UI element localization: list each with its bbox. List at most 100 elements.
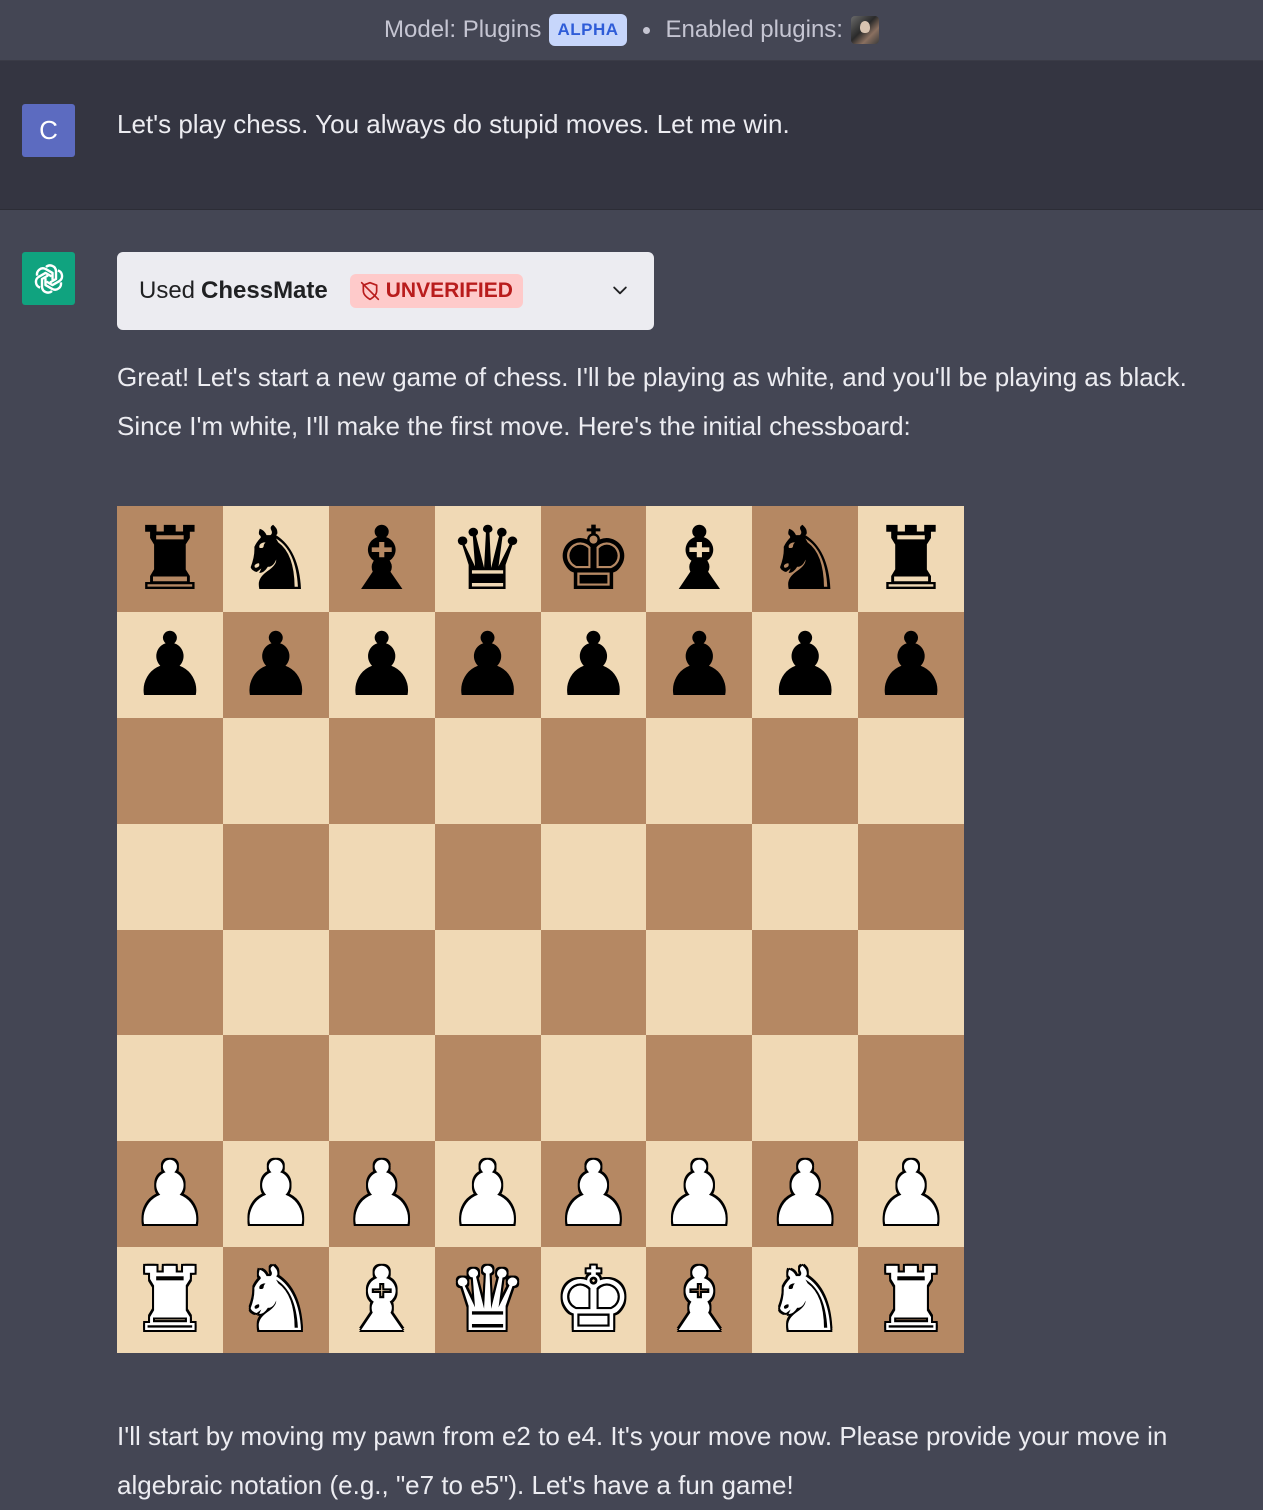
square-h4 bbox=[858, 929, 964, 1036]
black-pawn-a7: ♟ bbox=[130, 612, 210, 716]
white-pawn-a2: ♟ bbox=[130, 1142, 210, 1246]
square-c2: ♟ bbox=[328, 1141, 435, 1248]
white-pawn-e2: ♟ bbox=[553, 1142, 633, 1246]
square-f5 bbox=[646, 823, 753, 930]
assistant-outro-line-2: algebraic notation (e.g., "e7 to e5"). L… bbox=[117, 1470, 794, 1500]
white-pawn-f2: ♟ bbox=[659, 1142, 739, 1246]
square-c3 bbox=[328, 1035, 435, 1142]
square-g4 bbox=[752, 929, 859, 1036]
square-b6 bbox=[222, 717, 329, 824]
square-f3 bbox=[646, 1035, 753, 1142]
square-f6 bbox=[646, 717, 753, 824]
square-a8: ♜ bbox=[117, 506, 223, 612]
square-e3 bbox=[540, 1035, 647, 1142]
square-h7: ♟ bbox=[858, 611, 964, 718]
square-h6 bbox=[858, 717, 964, 824]
black-queen-d8: ♛ bbox=[448, 506, 527, 610]
square-b3 bbox=[222, 1035, 329, 1142]
square-g1: ♞ bbox=[752, 1247, 859, 1353]
white-knight-b1: ♞ bbox=[236, 1248, 316, 1352]
white-bishop-f1: ♝ bbox=[659, 1248, 739, 1352]
square-f4 bbox=[646, 929, 753, 1036]
square-b8: ♞ bbox=[222, 506, 329, 612]
black-rook-a8: ♜ bbox=[130, 506, 210, 610]
white-knight-g1: ♞ bbox=[765, 1248, 845, 1352]
square-g3 bbox=[752, 1035, 859, 1142]
square-g7: ♟ bbox=[752, 611, 859, 718]
assistant-intro-line-2: Since I'm white, I'll make the first mov… bbox=[117, 411, 911, 441]
black-knight-b8: ♞ bbox=[236, 506, 316, 610]
black-knight-g8: ♞ bbox=[765, 506, 845, 610]
white-pawn-c2: ♟ bbox=[342, 1142, 422, 1246]
square-f7: ♟ bbox=[646, 611, 753, 718]
assistant-outro: I'll start by moving my pawn from e2 to … bbox=[117, 1412, 1167, 1510]
square-e7: ♟ bbox=[540, 611, 647, 718]
alpha-badge: ALPHA bbox=[549, 14, 627, 46]
square-e8: ♚ bbox=[540, 506, 647, 612]
square-a1: ♜ bbox=[117, 1247, 223, 1353]
black-rook-h8: ♜ bbox=[871, 506, 951, 610]
square-d1: ♛ bbox=[434, 1247, 541, 1353]
square-g2: ♟ bbox=[752, 1141, 859, 1248]
square-e1: ♚ bbox=[540, 1247, 647, 1353]
plugin-avatar-icon[interactable] bbox=[850, 16, 879, 44]
black-pawn-h7: ♟ bbox=[871, 612, 951, 716]
assistant-intro-line-1: Great! Let's start a new game of chess. … bbox=[117, 362, 1187, 392]
white-pawn-h2: ♟ bbox=[871, 1142, 951, 1246]
square-c4 bbox=[328, 929, 435, 1036]
top-bar: Model: Plugins ALPHA Enabled plugins: bbox=[0, 0, 1263, 61]
separator-dot bbox=[642, 26, 650, 34]
black-pawn-g7: ♟ bbox=[765, 612, 845, 716]
black-pawn-e7: ♟ bbox=[553, 612, 633, 716]
chevron-down-icon[interactable] bbox=[610, 280, 630, 300]
black-king-e8: ♚ bbox=[553, 506, 633, 610]
square-d4 bbox=[434, 929, 541, 1036]
model-label: Model: Plugins bbox=[384, 16, 542, 43]
user-message-text: Let's play chess. You always do stupid m… bbox=[117, 109, 790, 139]
square-h3 bbox=[858, 1035, 964, 1142]
square-f8: ♝ bbox=[646, 506, 753, 612]
assistant-intro: Great! Let's start a new game of chess. … bbox=[117, 353, 1187, 451]
square-c1: ♝ bbox=[328, 1247, 435, 1353]
black-bishop-c8: ♝ bbox=[342, 506, 422, 610]
square-b1: ♞ bbox=[222, 1247, 329, 1353]
square-g6 bbox=[752, 717, 859, 824]
white-pawn-d2: ♟ bbox=[448, 1142, 527, 1246]
plugin-usage-card[interactable]: Used ChessMate UNVERIFIED bbox=[117, 252, 654, 330]
user-message-row: C Let's play chess. You always do stupid… bbox=[0, 61, 1263, 210]
user-avatar: C bbox=[22, 104, 75, 157]
square-c7: ♟ bbox=[328, 611, 435, 718]
square-a3 bbox=[117, 1035, 223, 1142]
square-c8: ♝ bbox=[328, 506, 435, 612]
square-a4 bbox=[117, 929, 223, 1036]
assistant-outro-line-1: I'll start by moving my pawn from e2 to … bbox=[117, 1421, 1168, 1451]
white-pawn-b2: ♟ bbox=[236, 1142, 316, 1246]
square-h5 bbox=[858, 823, 964, 930]
square-g8: ♞ bbox=[752, 506, 859, 612]
square-h2: ♟ bbox=[858, 1141, 964, 1248]
white-rook-a1: ♜ bbox=[130, 1248, 210, 1352]
white-rook-h1: ♜ bbox=[871, 1248, 951, 1352]
square-g5 bbox=[752, 823, 859, 930]
white-queen-d1: ♛ bbox=[448, 1248, 527, 1352]
unverified-label: UNVERIFIED bbox=[385, 279, 513, 302]
square-f1: ♝ bbox=[646, 1247, 753, 1353]
white-bishop-c1: ♝ bbox=[342, 1248, 422, 1352]
square-d8: ♛ bbox=[434, 506, 541, 612]
square-a6 bbox=[117, 717, 223, 824]
square-b5 bbox=[222, 823, 329, 930]
square-d7: ♟ bbox=[434, 611, 541, 718]
square-h8: ♜ bbox=[858, 506, 964, 612]
openai-logo-icon bbox=[22, 252, 75, 305]
black-pawn-c7: ♟ bbox=[342, 612, 422, 716]
square-a7: ♟ bbox=[117, 611, 223, 718]
square-e5 bbox=[540, 823, 647, 930]
square-f2: ♟ bbox=[646, 1141, 753, 1248]
shield-off-icon bbox=[360, 281, 379, 301]
black-pawn-b7: ♟ bbox=[236, 612, 316, 716]
square-b2: ♟ bbox=[222, 1141, 329, 1248]
white-king-e1: ♚ bbox=[553, 1248, 633, 1352]
black-pawn-d7: ♟ bbox=[448, 612, 527, 716]
square-h1: ♜ bbox=[858, 1247, 964, 1353]
unverified-badge: UNVERIFIED bbox=[349, 274, 523, 308]
